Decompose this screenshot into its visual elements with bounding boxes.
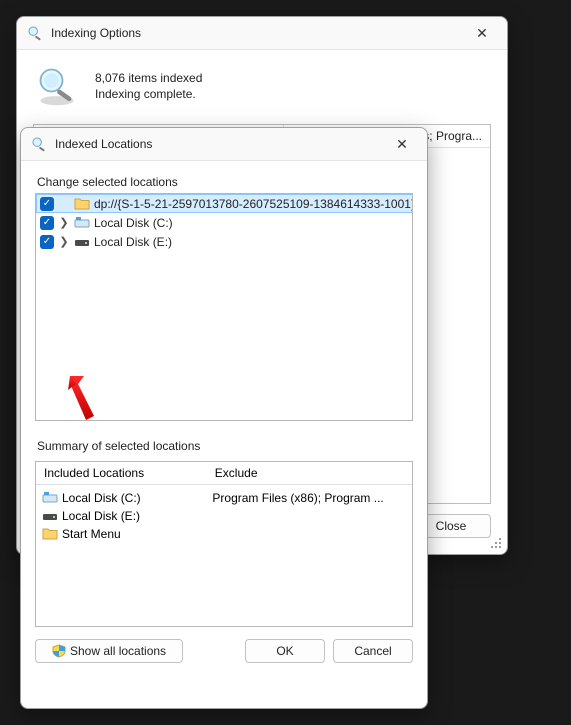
list-item[interactable]: Local Disk (C:)	[42, 489, 200, 507]
summary-col-exclude[interactable]: Exclude	[207, 462, 412, 484]
summary-col-included[interactable]: Included Locations	[36, 462, 207, 484]
chevron-right-icon[interactable]: ❯	[58, 216, 70, 229]
summary-item-label: Local Disk (E:)	[62, 509, 140, 523]
tree-row[interactable]: ✓ dp://{S-1-5-21-2597013780-2607525109-1…	[36, 194, 413, 213]
tree-item-label: Local Disk (E:)	[94, 235, 172, 249]
items-indexed-text: 8,076 items indexed	[95, 71, 202, 85]
indexed-locations-dialog: Indexed Locations ✕ Change selected loca…	[20, 127, 428, 709]
tree-item-label: Local Disk (C:)	[94, 216, 173, 230]
magnifier-icon	[31, 136, 47, 152]
folder-icon	[42, 526, 58, 542]
show-all-locations-button[interactable]: Show all locations	[35, 639, 183, 663]
summary-item-label: Start Menu	[62, 527, 121, 541]
indexing-options-titlebar[interactable]: Indexing Options ✕	[17, 17, 507, 50]
locations-tree[interactable]: ✓ dp://{S-1-5-21-2597013780-2607525109-1…	[35, 193, 413, 421]
chevron-right-icon[interactable]: ❯	[58, 235, 70, 248]
indexing-options-title: Indexing Options	[51, 26, 459, 40]
close-icon[interactable]: ✕	[387, 136, 417, 153]
tree-item-label: dp://{S-1-5-21-2597013780-2607525109-138…	[94, 197, 413, 211]
drive-icon	[42, 490, 58, 506]
change-locations-label: Change selected locations	[37, 175, 413, 189]
show-all-locations-label: Show all locations	[70, 644, 166, 658]
list-item[interactable]: Program Files (x86); Program ...	[212, 489, 406, 507]
tree-row[interactable]: ✓ ❯ Local Disk (C:)	[36, 213, 413, 232]
magnifier-large-icon	[33, 62, 81, 110]
list-item[interactable]: Local Disk (E:)	[42, 507, 200, 525]
summary-item-label: Local Disk (C:)	[62, 491, 141, 505]
ok-button[interactable]: OK	[245, 639, 325, 663]
list-item[interactable]: Start Menu	[42, 525, 200, 543]
magnifier-icon	[27, 25, 43, 41]
indexing-status-area: 8,076 items indexed Indexing complete.	[33, 62, 491, 110]
checkbox-icon[interactable]: ✓	[40, 197, 54, 211]
close-icon[interactable]: ✕	[467, 25, 497, 42]
indexed-locations-title: Indexed Locations	[55, 137, 379, 151]
summary-exclude-text: Program Files (x86); Program ...	[212, 491, 383, 505]
drive-icon	[74, 234, 90, 250]
summary-list: Included Locations Exclude Local Disk (C…	[35, 461, 413, 627]
indexing-status-text: Indexing complete.	[95, 87, 202, 101]
indexed-locations-titlebar[interactable]: Indexed Locations ✕	[21, 128, 427, 161]
summary-label: Summary of selected locations	[37, 439, 413, 453]
checkbox-icon[interactable]: ✓	[40, 235, 54, 249]
cancel-button[interactable]: Cancel	[333, 639, 413, 663]
drive-icon	[74, 215, 90, 231]
shield-icon	[52, 644, 66, 658]
tree-row[interactable]: ✓ ❯ Local Disk (E:)	[36, 232, 413, 251]
checkbox-icon[interactable]: ✓	[40, 216, 54, 230]
folder-icon	[74, 196, 90, 212]
resize-grip[interactable]	[491, 538, 505, 552]
drive-icon	[42, 508, 58, 524]
